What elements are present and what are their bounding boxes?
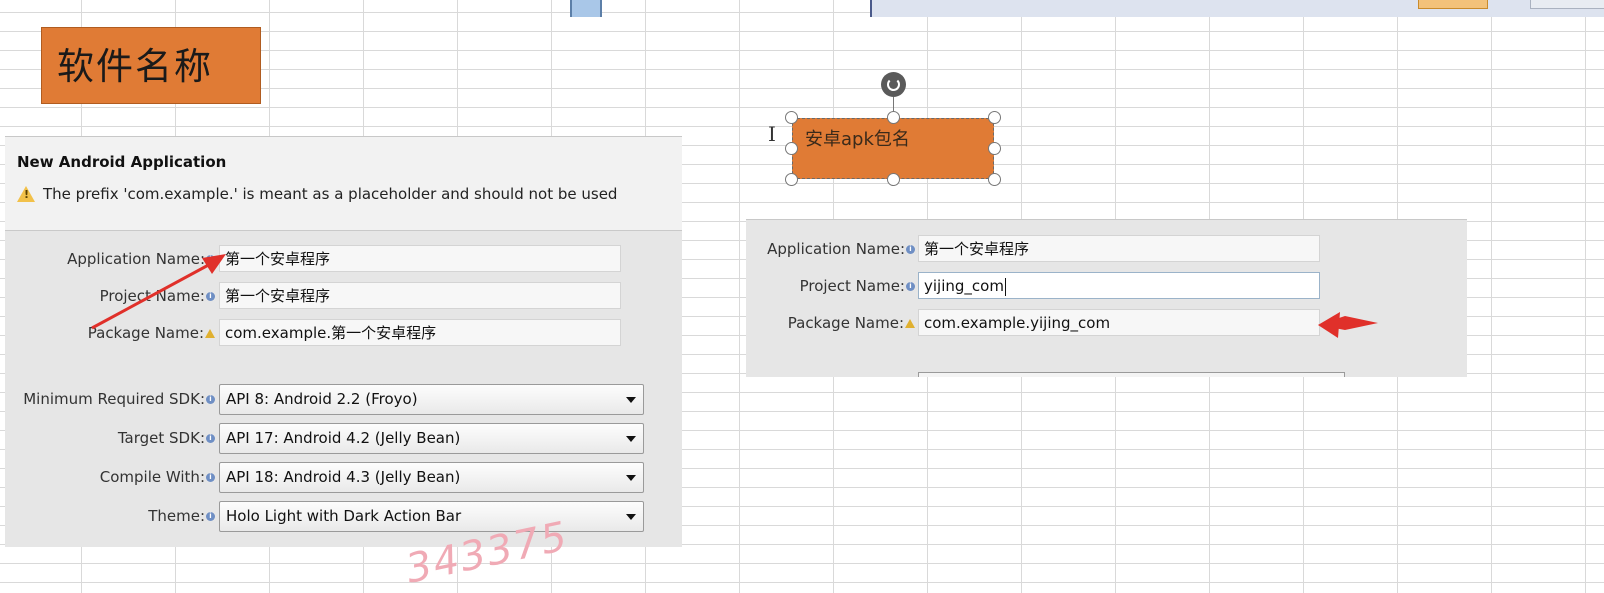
annotation-layer <box>91 254 1378 338</box>
red-arrow-icon <box>91 254 226 330</box>
red-arrow-icon <box>1318 312 1378 338</box>
